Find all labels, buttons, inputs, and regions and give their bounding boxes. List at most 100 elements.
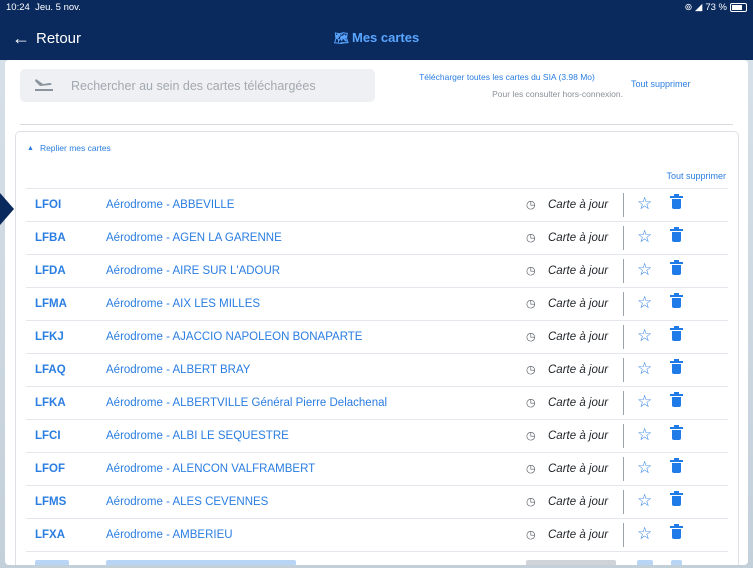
delete-all-button[interactable]: Tout supprimer (631, 79, 691, 89)
list-item[interactable]: LFCI Aérodrome - ALBI LE SEQUESTRE ◷ Car… (26, 419, 728, 452)
divider (623, 424, 624, 448)
status-indicators: ⊚ ◢ 73 % (684, 2, 747, 13)
divider (623, 259, 624, 283)
star-icon[interactable]: ☆ (637, 260, 652, 280)
collapse-label: Replier mes cartes (39, 143, 111, 153)
list-item[interactable]: LFKJ Aérodrome - AJACCIO NAPOLEON BONAPA… (26, 320, 728, 353)
star-icon[interactable]: ☆ (637, 194, 652, 214)
aerodrome-name[interactable]: Aérodrome - ALBERT BRAY (106, 364, 250, 376)
map-status: Carte à jour (548, 199, 609, 211)
aerodrome-code[interactable]: LFBA (35, 232, 66, 244)
aerodrome-code[interactable]: LFOI (35, 199, 61, 211)
aerodrome-code[interactable]: LFMS (35, 496, 66, 508)
clock-icon: ◷ (526, 298, 536, 310)
map-status: Carte à jour (548, 232, 609, 244)
map-status: Carte à jour (548, 397, 609, 409)
aerodrome-name[interactable]: Aérodrome - ABBEVILLE (106, 199, 234, 211)
ghost-star (637, 560, 653, 565)
list-item[interactable]: LFAQ Aérodrome - ALBERT BRAY ◷ Carte à j… (26, 353, 728, 386)
wifi-icon: ⊚ ◢ (684, 2, 703, 13)
clock-icon: ◷ (526, 232, 536, 244)
divider (623, 292, 624, 316)
list-item[interactable]: LFMA Aérodrome - AIX LES MILLES ◷ Carte … (26, 287, 728, 320)
ghost-code (35, 560, 69, 565)
list-item[interactable]: LFOI Aérodrome - ABBEVILLE ◷ Carte à jou… (26, 188, 728, 221)
divider (623, 325, 624, 349)
aerodrome-code[interactable]: LFOF (35, 463, 65, 475)
aerodrome-code[interactable]: LFMA (35, 298, 67, 310)
list-item[interactable]: LFXA Aérodrome - AMBERIEU ◷ Carte à jour… (26, 518, 728, 551)
triangle-up-icon: ▲ (27, 144, 34, 152)
clock-icon: ◷ (526, 331, 536, 343)
divider (623, 193, 624, 217)
main-panel: Rechercher au sein des cartes téléchargé… (5, 60, 748, 565)
aerodrome-code[interactable]: LFKA (35, 397, 66, 409)
aerodrome-name[interactable]: Aérodrome - ALENCON VALFRAMBERT (106, 463, 315, 475)
download-all-link[interactable]: Télécharger toutes les cartes du SIA (3.… (391, 72, 623, 82)
divider (623, 457, 624, 481)
aerodrome-code[interactable]: LFAQ (35, 364, 66, 376)
map-icon: 🗺 (333, 31, 349, 45)
aerodrome-code[interactable]: LFDA (35, 265, 66, 277)
aerodrome-name[interactable]: Aérodrome - ALES CEVENNES (106, 496, 268, 508)
collapse-maps-button[interactable]: ▲ Replier mes cartes (27, 143, 111, 153)
maps-section: ▲ Replier mes cartes Tout supprimer LFOI… (15, 131, 739, 565)
clock-icon: ◷ (526, 364, 536, 376)
aerodrome-name[interactable]: Aérodrome - ALBI LE SEQUESTRE (106, 430, 289, 442)
aerodrome-name[interactable]: Aérodrome - AJACCIO NAPOLEON BONAPARTE (106, 331, 362, 343)
map-status: Carte à jour (548, 430, 609, 442)
list-item[interactable]: LFKA Aérodrome - ALBERTVILLE Général Pie… (26, 386, 728, 419)
map-status: Carte à jour (548, 265, 609, 277)
plane-landing-icon (34, 76, 56, 96)
clock-icon: ◷ (526, 397, 536, 409)
ghost-trash (671, 560, 682, 565)
clock-icon: ◷ (526, 496, 536, 508)
battery-icon (730, 3, 747, 12)
aerodrome-name[interactable]: Aérodrome - AIX LES MILLES (106, 298, 260, 310)
list-item[interactable]: LFMS Aérodrome - ALES CEVENNES ◷ Carte à… (26, 485, 728, 518)
map-status: Carte à jour (548, 364, 609, 376)
star-icon[interactable]: ☆ (637, 491, 652, 511)
maps-list: LFOI Aérodrome - ABBEVILLE ◷ Carte à jou… (26, 188, 728, 565)
search-placeholder: Rechercher au sein des cartes téléchargé… (71, 78, 316, 93)
aerodrome-code[interactable]: LFKJ (35, 331, 64, 343)
page-title: 🗺 Mes cartes (333, 30, 420, 45)
map-status: Carte à jour (548, 331, 609, 343)
map-status: Carte à jour (548, 463, 609, 475)
list-item[interactable]: LFBA Aérodrome - AGEN LA GARENNE ◷ Carte… (26, 221, 728, 254)
pointer-arrow-icon (0, 193, 14, 225)
aerodrome-name[interactable]: Aérodrome - AGEN LA GARENNE (106, 232, 282, 244)
status-time: 10:24 Jeu. 5 nov. (6, 2, 81, 13)
clock-icon: ◷ (526, 463, 536, 475)
star-icon[interactable]: ☆ (637, 359, 652, 379)
aerodrome-name[interactable]: Aérodrome - AMBERIEU (106, 529, 233, 541)
list-item[interactable]: LFDA Aérodrome - AIRE SUR L'ADOUR ◷ Cart… (26, 254, 728, 287)
star-icon[interactable]: ☆ (637, 524, 652, 544)
map-status: Carte à jour (548, 298, 609, 310)
list-item-partial (26, 551, 728, 565)
aerodrome-name[interactable]: Aérodrome - ALBERTVILLE Général Pierre D… (106, 397, 387, 409)
aerodrome-name[interactable]: Aérodrome - AIRE SUR L'ADOUR (106, 265, 280, 277)
star-icon[interactable]: ☆ (637, 425, 652, 445)
section-delete-all-button[interactable]: Tout supprimer (666, 171, 726, 181)
aerodrome-code[interactable]: LFXA (35, 529, 65, 541)
clock-icon: ◷ (526, 529, 536, 541)
divider (20, 124, 733, 125)
divider (623, 358, 624, 382)
star-icon[interactable]: ☆ (637, 326, 652, 346)
star-icon[interactable]: ☆ (637, 392, 652, 412)
battery-percent: 73 % (705, 2, 727, 13)
list-item[interactable]: LFOF Aérodrome - ALENCON VALFRAMBERT ◷ C… (26, 452, 728, 485)
aerodrome-code[interactable]: LFCI (35, 430, 61, 442)
star-icon[interactable]: ☆ (637, 293, 652, 313)
star-icon[interactable]: ☆ (637, 227, 652, 247)
search-input[interactable]: Rechercher au sein des cartes téléchargé… (20, 69, 375, 102)
clock-icon: ◷ (526, 430, 536, 442)
map-status: Carte à jour (548, 496, 609, 508)
star-icon[interactable]: ☆ (637, 458, 652, 478)
navigation-bar: ← Retour 🗺 Mes cartes (0, 16, 753, 60)
divider (623, 226, 624, 250)
ghost-name (106, 560, 296, 565)
map-status: Carte à jour (548, 529, 609, 541)
divider (623, 391, 624, 415)
